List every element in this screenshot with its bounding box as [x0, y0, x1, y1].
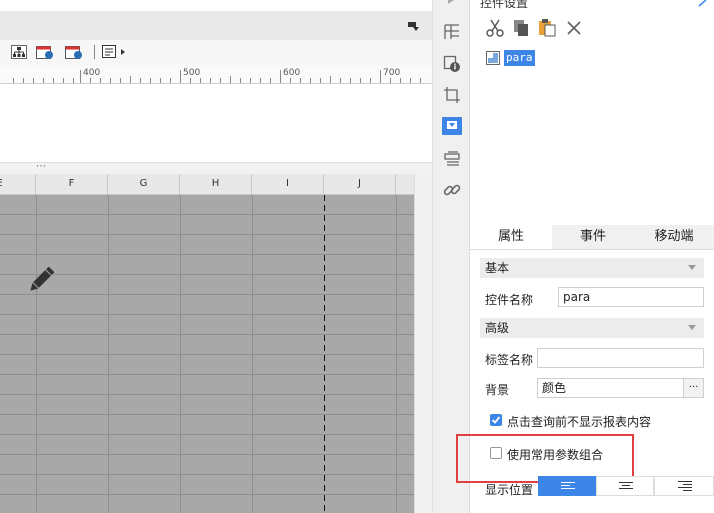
- widget-name-label: 控件名称: [485, 293, 534, 307]
- align-left-button[interactable]: [538, 476, 596, 496]
- column-header[interactable]: F: [36, 174, 108, 194]
- widget-name-field[interactable]: para: [558, 287, 704, 307]
- ruler-label: 400: [83, 68, 101, 78]
- dropdown-arrow-icon: [447, 121, 457, 129]
- background-label: 背景: [485, 383, 510, 397]
- tag-name-field[interactable]: [537, 348, 704, 368]
- align-center-button[interactable]: [596, 476, 654, 496]
- pencil-icon: [30, 266, 55, 291]
- background-more-button[interactable]: ···: [683, 378, 704, 398]
- hide-report-label: 点击查询前不显示报表内容: [507, 415, 652, 429]
- splitter-grip[interactable]: ⋯: [36, 161, 46, 172]
- calendar-icon[interactable]: [36, 45, 54, 59]
- ruler-ticks: [13, 70, 421, 83]
- table-layout-icon[interactable]: [442, 22, 462, 42]
- hide-report-checkbox[interactable]: [490, 414, 502, 426]
- tab-mobile[interactable]: 移动端: [634, 225, 714, 249]
- hierarchy-icon[interactable]: [11, 45, 27, 59]
- list-panel-icon[interactable]: [442, 149, 462, 169]
- list-dropdown-icon[interactable]: [102, 45, 128, 59]
- report-grid[interactable]: [0, 195, 414, 513]
- vertical-scrollbar[interactable]: [414, 174, 432, 513]
- panel-title: 控件设置: [480, 0, 529, 10]
- cut-icon[interactable]: [486, 19, 504, 37]
- column-header[interactable]: E: [0, 174, 36, 194]
- property-tabs: 属性 事件 移动端: [470, 225, 714, 250]
- basic-section-label: 基本: [485, 261, 510, 275]
- column-header-row: E F G H I J: [0, 174, 414, 195]
- column-header[interactable]: G: [108, 174, 180, 194]
- tag-name-label: 标签名称: [485, 353, 534, 367]
- alignment-button-group: [538, 476, 714, 496]
- designer-toolbar: [0, 40, 432, 66]
- widget-info-icon[interactable]: [442, 54, 462, 74]
- advanced-section-header[interactable]: 高级: [480, 318, 704, 338]
- report-designer: 400 500 600 700 ⋯ E F G H I J: [0, 0, 432, 513]
- align-right-button[interactable]: [654, 476, 714, 496]
- column-header[interactable]: J: [324, 174, 396, 194]
- crop-frame-icon[interactable]: [442, 85, 462, 105]
- align-center-icon: [619, 482, 633, 489]
- calendar-clock-icon[interactable]: [65, 45, 83, 59]
- paste-icon[interactable]: [538, 18, 556, 37]
- check-icon: [491, 416, 501, 424]
- display-position-label: 显示位置: [485, 483, 534, 497]
- tree-item-label[interactable]: para: [504, 50, 535, 66]
- background-select[interactable]: 颜色: [537, 378, 684, 398]
- combo-widget-button-active[interactable]: [442, 117, 462, 135]
- ruler-label: 600: [283, 68, 301, 78]
- basic-section-header[interactable]: 基本: [480, 258, 704, 278]
- chevron-down-icon: [688, 265, 696, 270]
- copy-icon[interactable]: [512, 19, 530, 37]
- expand-corner-icon[interactable]: [698, 0, 708, 7]
- toolbar-separator: [94, 45, 95, 59]
- widget-node-icon: [486, 51, 500, 65]
- pin-icon[interactable]: [408, 22, 420, 32]
- horizontal-ruler: 400 500 600 700: [0, 66, 432, 84]
- collapse-arrow-icon[interactable]: [446, 0, 456, 6]
- tab-properties[interactable]: 属性: [470, 225, 552, 249]
- tab-events[interactable]: 事件: [552, 225, 634, 249]
- ruler-label: 700: [383, 68, 401, 78]
- parameter-canvas[interactable]: [0, 84, 432, 162]
- align-left-icon: [561, 482, 575, 489]
- ruler-label: 500: [183, 68, 201, 78]
- chevron-down-icon: [688, 325, 696, 330]
- top-strip: [0, 0, 432, 11]
- column-header[interactable]: H: [180, 174, 252, 194]
- grid-lines: [0, 195, 414, 513]
- column-header[interactable]: I: [252, 174, 324, 194]
- advanced-section-label: 高级: [485, 321, 510, 335]
- align-right-icon: [678, 481, 692, 491]
- link-icon[interactable]: [442, 180, 462, 200]
- delete-icon[interactable]: [566, 20, 582, 36]
- designer-title-bar: [0, 11, 432, 41]
